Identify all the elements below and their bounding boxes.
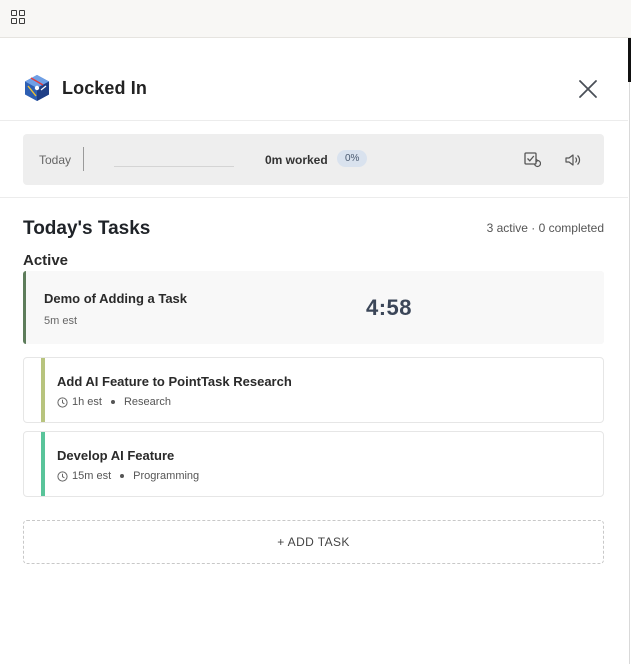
check-sync-icon[interactable] — [523, 151, 541, 169]
tasks-heading: Today's Tasks — [23, 218, 151, 239]
task-meta: 1h est Research — [57, 396, 171, 408]
speaker-icon[interactable] — [564, 151, 582, 169]
task-estimate: 15m est — [72, 470, 112, 482]
current-task-estimate: 5m est — [44, 315, 78, 327]
current-task-card[interactable]: Demo of Adding a Task 5m est 4:58 — [23, 271, 604, 344]
edge-line — [629, 82, 630, 664]
stats-divider — [83, 147, 84, 171]
task-accent-bar — [41, 432, 45, 496]
active-section-label: Active — [23, 252, 69, 269]
tasks-summary: 3 active · 0 completed — [486, 221, 604, 235]
task-card[interactable]: Develop AI Feature 15m est Programming — [23, 431, 604, 497]
task-name: Add AI Feature to PointTask Research — [57, 374, 292, 389]
percent-badge: 0% — [337, 150, 368, 167]
separator-dot — [110, 400, 115, 404]
current-task-name: Demo of Adding a Task — [44, 291, 188, 306]
task-meta: 15m est Programming — [57, 470, 199, 482]
stats-section: Today 0m worked 0% — [0, 121, 628, 198]
app-title: Locked In — [62, 78, 147, 98]
separator-dot — [120, 474, 125, 478]
task-estimate: 1h est — [72, 396, 102, 408]
clock-icon — [57, 396, 68, 408]
task-category: Programming — [133, 470, 200, 482]
task-name: Develop AI Feature — [57, 448, 175, 463]
task-category: Research — [123, 396, 172, 408]
time-worked: 0m worked — [265, 153, 328, 167]
countdown-timer: 4:58 — [366, 295, 413, 320]
daily-stats-bar: Today 0m worked 0% — [23, 134, 604, 185]
clock-icon — [57, 470, 68, 482]
close-icon[interactable] — [576, 77, 600, 101]
grid-icon[interactable] — [11, 10, 27, 26]
panel-header: Locked In — [0, 38, 628, 121]
daily-progress-bar — [114, 166, 234, 167]
locked-in-panel: Locked In Today 0m worked 0% Today's Tas… — [0, 38, 628, 664]
window-topbar — [0, 0, 631, 38]
task-accent-bar — [41, 358, 45, 422]
task-card[interactable]: Add AI Feature to PointTask Research 1h … — [23, 357, 604, 423]
today-label: Today — [39, 153, 72, 167]
app-logo — [25, 75, 49, 101]
add-task-button[interactable]: + ADD TASK — [23, 520, 604, 564]
